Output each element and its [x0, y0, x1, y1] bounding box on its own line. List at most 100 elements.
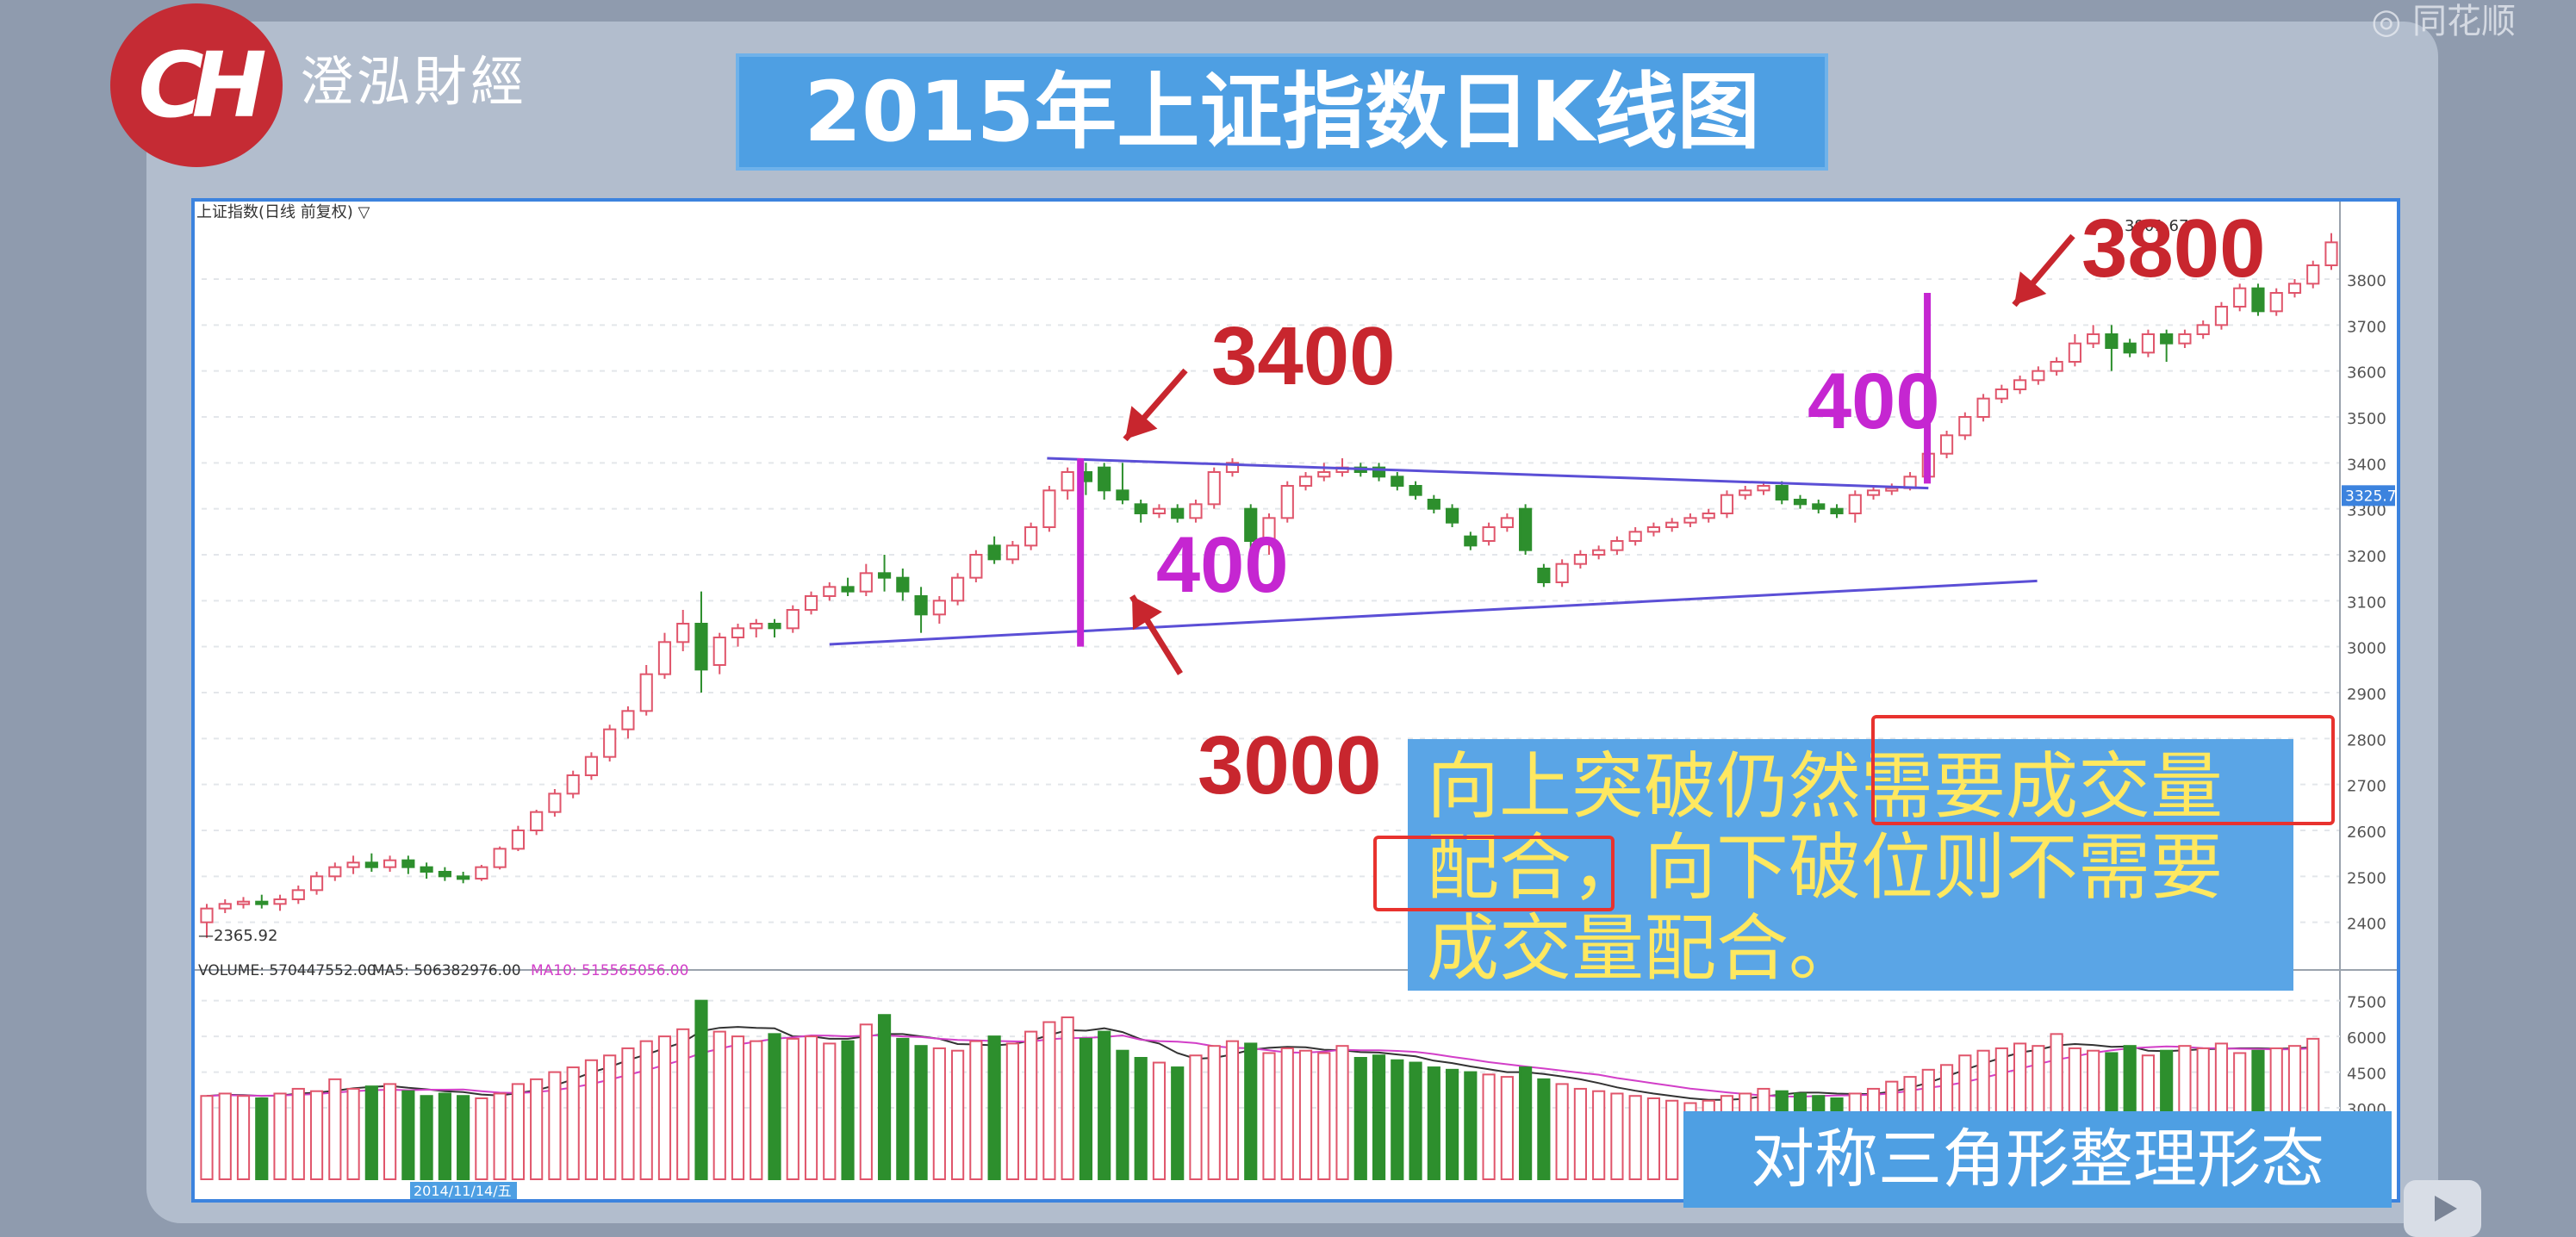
candle-body [2013, 379, 2027, 390]
price-tick-label: 2700 [2347, 778, 2386, 796]
last-price-label: 3325.7 [2345, 488, 2396, 505]
volume-bar [401, 1090, 415, 1181]
candle-body [1152, 507, 1167, 514]
volume-bar [1665, 1099, 1679, 1180]
candle-body [896, 576, 910, 593]
candle-body [1739, 489, 1752, 496]
candle-body [309, 875, 324, 892]
volume-bar [475, 1097, 488, 1180]
volume-bar [1519, 1066, 1533, 1181]
candle-body [969, 554, 983, 579]
volume-bar [932, 1047, 946, 1180]
label-3400: 3400 [1211, 310, 1396, 402]
price-tick-label: 2800 [2347, 731, 2386, 749]
volume-bar [511, 1083, 525, 1180]
volume-bar [1610, 1092, 1624, 1180]
volume-bar [841, 1040, 855, 1180]
volume-bar [951, 1049, 965, 1180]
volume-bar [639, 1040, 653, 1180]
candle-body [1445, 507, 1459, 524]
price-tick-label: 2400 [2347, 916, 2386, 934]
volume-bar [987, 1035, 1001, 1181]
logo-text: CH [138, 33, 266, 138]
candle-body [1665, 521, 1679, 528]
candle-body [364, 861, 378, 868]
volume-bar [1042, 1021, 1056, 1180]
volume-bar [804, 1035, 818, 1181]
price-tick-label: 3800 [2347, 272, 2386, 290]
volume-bar [584, 1059, 599, 1180]
candle-body [1683, 517, 1697, 524]
volume-bar [1098, 1030, 1111, 1181]
candle-body [548, 793, 562, 813]
candle-body [2123, 342, 2137, 354]
volume-bar [657, 1035, 672, 1181]
candle-body [438, 871, 451, 878]
candle-body [328, 866, 342, 878]
volume-bar [530, 1078, 544, 1180]
candle-body [1757, 485, 1770, 492]
volume-bar [309, 1090, 324, 1181]
price-tick-label: 3500 [2347, 410, 2386, 428]
volume-bar [200, 1095, 214, 1181]
volume-bar [1445, 1068, 1459, 1181]
volume-tick-label: 6000 [2347, 1029, 2386, 1047]
volume-bar [218, 1092, 232, 1180]
play-icon[interactable] [2404, 1180, 2481, 1237]
candle-body [2050, 361, 2063, 372]
brand-name: 澄泓財經 [300, 50, 528, 113]
volume-bar [1225, 1040, 1240, 1180]
volume-bar [1537, 1078, 1551, 1180]
volume-bar [1372, 1054, 1386, 1180]
candle-body [401, 859, 415, 868]
volume-bar [1592, 1090, 1606, 1181]
candle-body [1628, 531, 1642, 543]
chart-header: 上证指数(日线 前复权) ▽ [196, 203, 370, 221]
candle-body [566, 774, 580, 795]
volume-bar [1353, 1057, 1367, 1180]
volume-bar [1171, 1066, 1185, 1181]
chart-panel: 3800 3700 3600 3500 3400 3300 3200 3100 3000 2900… [191, 198, 2400, 1203]
volume-bar [255, 1097, 269, 1180]
candle-body [621, 710, 635, 730]
price-tick-label: 2900 [2347, 686, 2386, 704]
volume-bar [1061, 1016, 1074, 1180]
candle-body [951, 576, 965, 602]
candle-body [1702, 513, 1715, 519]
candle-body [1207, 471, 1221, 506]
candle-body [987, 544, 1001, 561]
price-tick-label: 3600 [2347, 364, 2386, 382]
volume-bar [1628, 1095, 1642, 1181]
volume-bar [346, 1087, 360, 1180]
price-tick-label: 3400 [2347, 456, 2386, 474]
candle-body [694, 623, 708, 671]
candle-body [1500, 517, 1514, 529]
candle-body [530, 811, 544, 832]
volume-bar [1298, 1049, 1313, 1180]
volume-bar [548, 1071, 562, 1181]
volume-bar [694, 999, 708, 1180]
candle-body [1464, 535, 1478, 547]
candle-body [859, 572, 873, 593]
candle-body [1482, 526, 1496, 542]
candle-body [2306, 264, 2320, 285]
volume-bar [1573, 1087, 1587, 1180]
volume-tick-label: 7500 [2347, 994, 2386, 1012]
candle-body [1720, 494, 1734, 514]
price-tick-label: 2500 [2347, 869, 2386, 887]
low-marker: —2365.92 [198, 927, 277, 945]
label-400-left: 400 [1156, 521, 1289, 609]
volume-bar [1317, 1052, 1331, 1180]
candle-body [841, 586, 855, 593]
candle-body [1519, 507, 1533, 551]
candle-body [786, 609, 800, 630]
candle-body [1005, 544, 1019, 561]
volume-bar [273, 1092, 287, 1180]
candle-body [1939, 434, 1954, 455]
candle-body [1573, 554, 1587, 565]
volume-bar [1335, 1045, 1349, 1180]
volume-bar [566, 1066, 580, 1181]
volume-bar [1207, 1045, 1221, 1180]
volume-bar [1555, 1083, 1569, 1180]
volume-bar [1244, 1042, 1258, 1180]
